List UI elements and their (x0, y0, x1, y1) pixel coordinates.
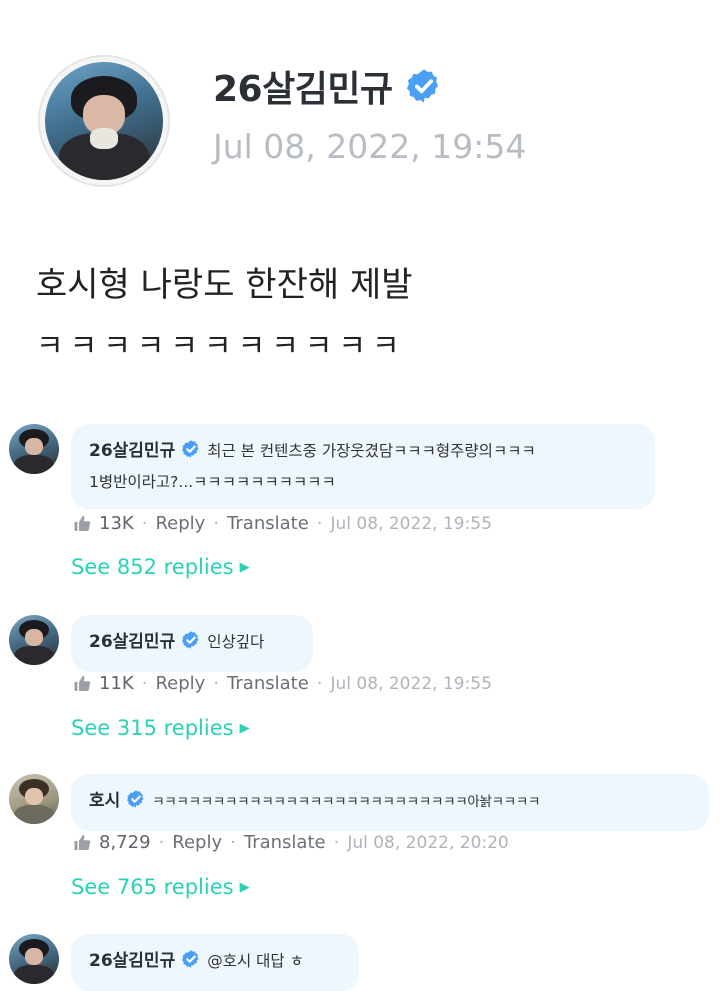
like-count: 13K (99, 513, 134, 534)
comment-text: 인상깊다 (207, 633, 265, 651)
thumbs-up-icon[interactable] (73, 675, 91, 692)
author-name[interactable]: 26살김민규 (213, 60, 393, 112)
avatar-photo (45, 62, 163, 180)
see-replies-link[interactable]: See 765 replies ▶ (71, 875, 250, 899)
see-replies-label: See 765 replies (71, 875, 234, 899)
see-replies-label: See 315 replies (71, 716, 234, 740)
thumbs-up-icon[interactable] (73, 515, 91, 532)
comment-meta: 8,729 · Reply · Translate · Jul 08, 2022… (73, 832, 509, 853)
verified-badge-icon (405, 67, 443, 105)
comment-author[interactable]: 26살김민규 (89, 632, 175, 652)
comment-text: 최근 본 컨텐츠중 가장웃겼담ㅋㅋㅋ형주량의ㅋㅋㅋ (207, 442, 536, 460)
author-name-row: 26살김민규 (213, 60, 443, 112)
post-text-line: ㅋㅋㅋㅋㅋㅋㅋㅋㅋㅋㅋ (36, 329, 406, 364)
verified-badge-icon (126, 789, 146, 818)
comment-text: 1병반이라고?...ㅋㅋㅋㅋㅋㅋㅋㅋㅋㅋ (89, 473, 336, 491)
reply-button[interactable]: Reply (155, 673, 205, 694)
comment-bubble: 26살김민규 최근 본 컨텐츠중 가장웃겼담ㅋㅋㅋ형주량의ㅋㅋㅋ 1병반이라고?.… (71, 424, 655, 509)
caret-right-icon: ▶ (239, 720, 250, 736)
reply-button[interactable]: Reply (172, 832, 222, 853)
comment-avatar[interactable] (9, 774, 59, 824)
comment-date: Jul 08, 2022, 20:20 (347, 832, 509, 853)
post-date: Jul 08, 2022, 19:54 (213, 127, 527, 166)
comment-bubble: 호시 ㅋㅋㅋㅋㅋㅋㅋㅋㅋㅋㅋㅋㅋㅋㅋㅋㅋㅋㅋㅋㅋㅋㅋㅋㅋㅋ아놝ㅋㅋㅋㅋ (71, 774, 709, 831)
comment-date: Jul 08, 2022, 19:55 (330, 513, 492, 534)
comment-author[interactable]: 26살김민규 (89, 441, 175, 461)
comment-text: ㅋㅋㅋㅋㅋㅋㅋㅋㅋㅋㅋㅋㅋㅋㅋㅋㅋㅋㅋㅋㅋㅋㅋㅋㅋㅋ아놝ㅋㅋㅋㅋ (152, 794, 541, 810)
verified-badge-icon (181, 949, 201, 978)
translate-button[interactable]: Translate (227, 673, 309, 694)
verified-badge-icon (181, 439, 201, 468)
post-header: 26살김민규 Jul 08, 2022, 19:54 (0, 0, 720, 200)
post-body: 호시형 나랑도 한잔해 제발 ㅋㅋㅋㅋㅋㅋㅋㅋㅋㅋㅋ (36, 263, 686, 369)
comment-bubble: 26살김민규 인상깊다 (71, 615, 313, 672)
comment-avatar[interactable] (9, 934, 59, 984)
comment-date: Jul 08, 2022, 19:55 (330, 673, 492, 694)
verified-badge-icon (181, 630, 201, 659)
comment-meta: 13K · Reply · Translate · Jul 08, 2022, … (73, 513, 492, 534)
comment-meta: 11K · Reply · Translate · Jul 08, 2022, … (73, 673, 492, 694)
see-replies-link[interactable]: See 315 replies ▶ (71, 716, 250, 740)
comment-author[interactable]: 26살김민규 (89, 951, 175, 971)
post-text-line: 호시형 나랑도 한잔해 제발 (36, 265, 413, 305)
caret-right-icon: ▶ (239, 879, 250, 895)
author-avatar[interactable] (38, 55, 170, 187)
comment-avatar[interactable] (9, 424, 59, 474)
see-replies-label: See 852 replies (71, 555, 234, 579)
caret-right-icon: ▶ (239, 559, 250, 575)
thumbs-up-icon[interactable] (73, 834, 91, 851)
comment-avatar[interactable] (9, 615, 59, 665)
comment-author[interactable]: 호시 (89, 791, 120, 811)
comment-text: @호시 대답 ㅎ (207, 952, 304, 970)
like-count: 8,729 (99, 832, 151, 853)
reply-button[interactable]: Reply (155, 513, 205, 534)
see-replies-link[interactable]: See 852 replies ▶ (71, 555, 250, 579)
translate-button[interactable]: Translate (227, 513, 309, 534)
comment-bubble: 26살김민규 @호시 대답 ㅎ (71, 934, 359, 991)
like-count: 11K (99, 673, 134, 694)
translate-button[interactable]: Translate (244, 832, 326, 853)
